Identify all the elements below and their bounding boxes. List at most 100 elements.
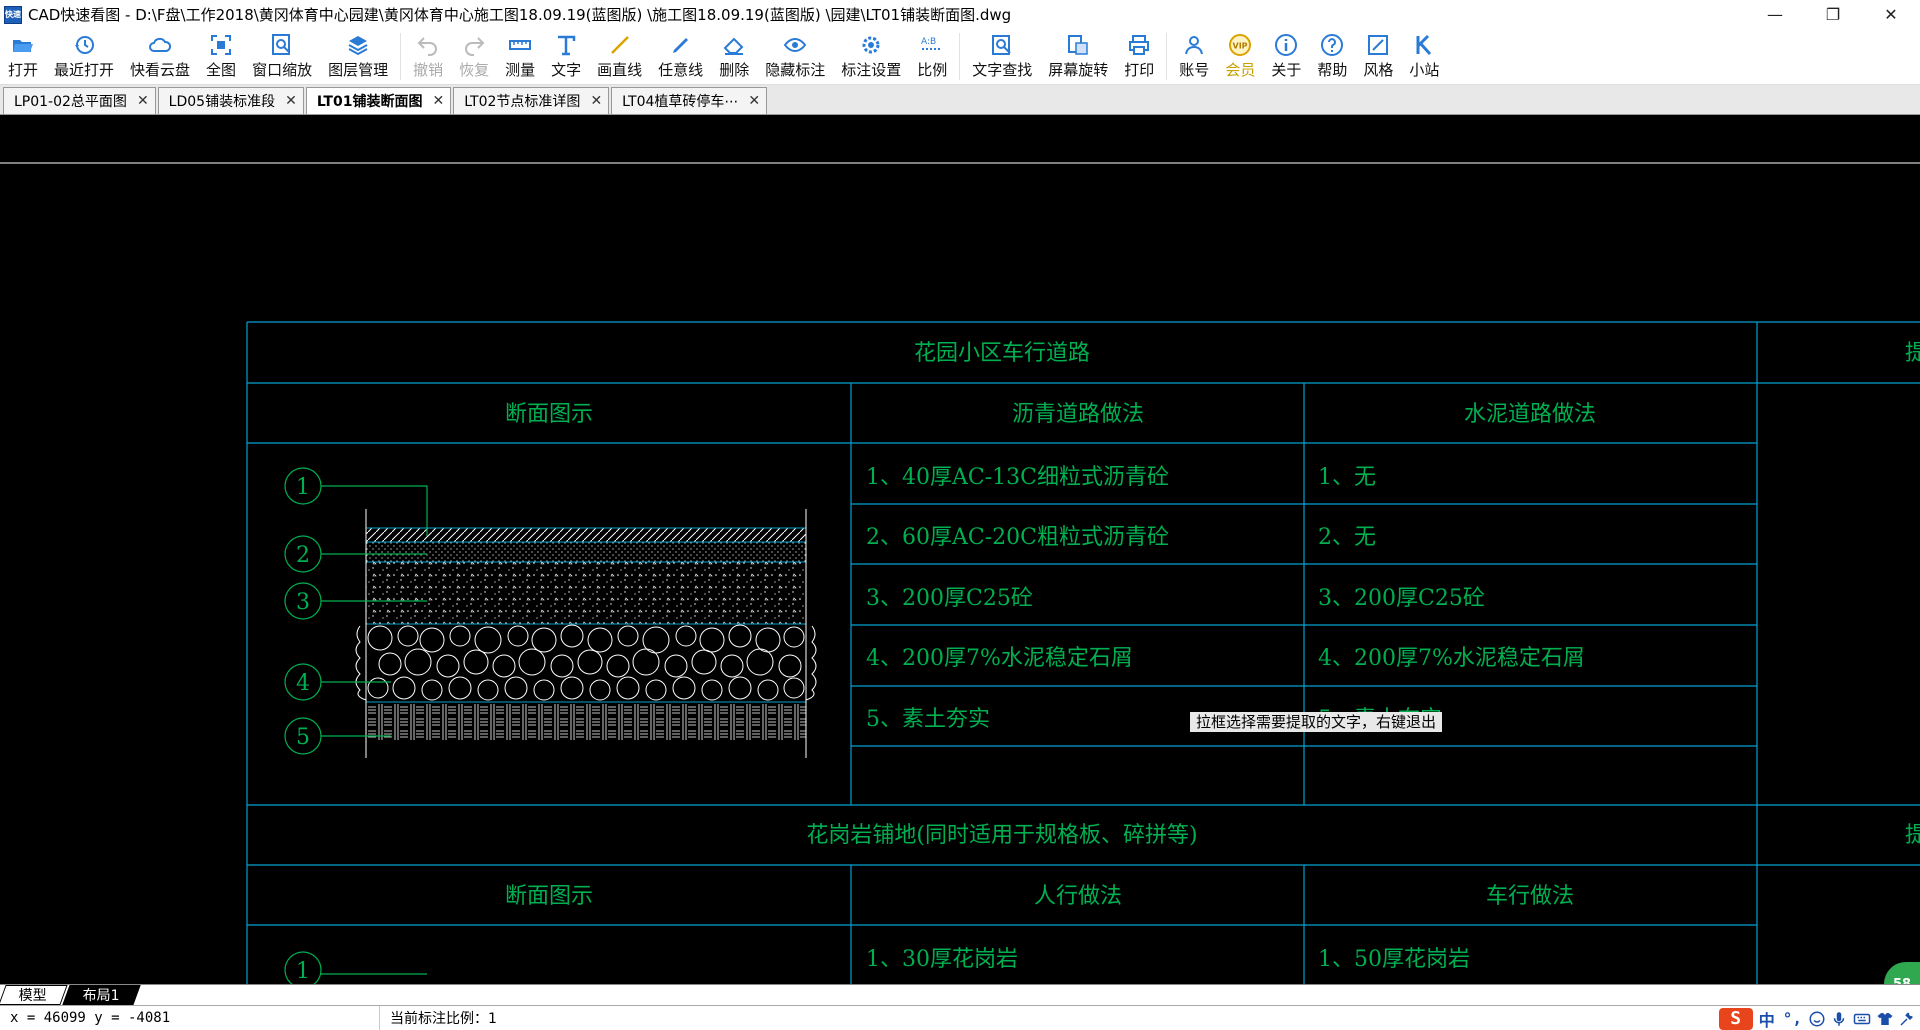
full-view-button[interactable]: 全图 (198, 29, 244, 84)
layer-manager-label: 图层管理 (328, 61, 389, 79)
layer-manager-button[interactable]: 图层管理 (320, 29, 396, 84)
ruler-icon (509, 40, 532, 50)
section1-col-asphalt: 沥青道路做法 (1012, 402, 1144, 427)
close-tab-icon[interactable]: ✕ (748, 93, 760, 109)
drawing-canvas[interactable]: 花园小区车行道路 断面图示 沥青道路做法 水泥道路做法 1、40厚AC-13C细… (0, 116, 1920, 984)
redo-button[interactable]: 恢复 (451, 29, 497, 84)
tools-icon[interactable] (1898, 1010, 1916, 1028)
full-view-label: 全图 (206, 61, 237, 79)
asphalt-step-4: 4、200厚7%水泥稳定石屑 (866, 646, 1133, 671)
cursor-coordinates: x = 46099 y = -4081 (0, 1006, 380, 1030)
print-label: 打印 (1124, 61, 1155, 79)
selection-hint-tooltip: 拉框选择需要提取的文字，右键退出 (1190, 712, 1443, 732)
vip-button[interactable]: VIP 会员 (1217, 29, 1263, 84)
line-icon (610, 36, 629, 54)
help-button[interactable]: 帮助 (1309, 29, 1355, 84)
window-zoom-label: 窗口缩放 (252, 61, 313, 79)
section2-col-pedestrian: 人行做法 (1034, 884, 1122, 909)
tab-label: LT01铺装断面图 (316, 94, 423, 110)
tab-ld05[interactable]: LD05铺装标准段 ✕ (157, 87, 304, 114)
fullscreen-icon (211, 35, 232, 55)
folder-open-icon (13, 40, 33, 52)
tab-lt02[interactable]: LT02节点标准详图 ✕ (453, 87, 610, 114)
recent-button[interactable]: 最近打开 (46, 29, 122, 84)
text-button[interactable]: 文字 (543, 29, 589, 84)
tab-lt01[interactable]: LT01铺装断面图 ✕ (305, 87, 452, 114)
tab-label: LP01-02总平面图 (14, 94, 127, 110)
close-tab-icon[interactable]: ✕ (590, 93, 602, 109)
mark-settings-label: 标注设置 (841, 61, 902, 79)
tab-lp01[interactable]: LP01-02总平面图 ✕ (3, 87, 156, 114)
restore-button[interactable]: ❐ (1804, 0, 1862, 29)
print-button[interactable]: 打印 (1116, 29, 1162, 84)
draw-line-button[interactable]: 画直线 (589, 29, 650, 84)
window-zoom-button[interactable]: 窗口缩放 (244, 29, 320, 84)
tab-model[interactable]: 模型 (0, 985, 68, 1005)
microphone-icon[interactable] (1830, 1010, 1848, 1028)
undo-button[interactable]: 撤销 (405, 29, 451, 84)
tab-label: LT02节点标准详图 (464, 94, 581, 110)
tab-lt04[interactable]: LT04植草砖停车⋯ ✕ (611, 87, 768, 114)
cement-step-4: 4、200厚7%水泥稳定石屑 (1318, 646, 1585, 671)
eye-icon (784, 37, 807, 53)
sogou-ime-icon[interactable]: S (1718, 1007, 1753, 1030)
close-tab-icon[interactable]: ✕ (137, 93, 149, 109)
section1-col-diagram: 断面图示 (505, 402, 593, 427)
title-bar: 快速 CAD快速看图 - D:\F盘\工作2018\黄冈体育中心园建\黄冈体育中… (0, 0, 1920, 29)
minimize-button[interactable]: — (1746, 0, 1804, 29)
callout-2: 2 (296, 543, 310, 568)
asphalt-step-3: 3、200厚C25砼 (866, 586, 1033, 611)
asphalt-step-1: 1、40厚AC-13C细粒式沥青砼 (866, 465, 1169, 490)
tab-label: LT04植草砖停车⋯ (622, 94, 739, 110)
close-tab-icon[interactable]: ✕ (285, 93, 297, 109)
cloud-drive-button[interactable]: 快看云盘 (122, 29, 198, 84)
style-button[interactable]: 风格 (1355, 29, 1401, 84)
measure-button[interactable]: 测量 (497, 29, 543, 84)
text-t-icon (558, 35, 576, 56)
k-logo-icon (1416, 34, 1432, 56)
station-label: 小站 (1409, 61, 1440, 79)
mark-settings-button[interactable]: 标注设置 (833, 29, 909, 84)
main-toolbar: 打开 最近打开 快看云盘 全图 窗口缩放 图层管理 撤销 恢复 测量 文字 画直… (0, 29, 1920, 85)
tab-layout1[interactable]: 布局1 (62, 985, 141, 1005)
section2-title: 花岗岩铺地(同时适用于规格板、碎拼等) (806, 823, 1197, 848)
close-tab-icon[interactable]: ✕ (432, 93, 444, 109)
rotate-screen-button[interactable]: 屏幕旋转 (1040, 29, 1116, 84)
close-window-button[interactable]: ✕ (1862, 0, 1920, 29)
station-button[interactable]: 小站 (1401, 29, 1447, 84)
toolbar-divider (400, 33, 402, 80)
cement-step-2: 2、无 (1318, 525, 1376, 550)
ime-punctuation-toggle[interactable]: °, (1781, 1009, 1804, 1028)
gravel-layer (355, 624, 817, 701)
hide-marks-label: 隐藏标注 (765, 61, 826, 79)
find-text-icon (992, 35, 1011, 55)
cad-viewer-window: 快速 CAD快速看图 - D:\F盘\工作2018\黄冈体育中心园建\黄冈体育中… (0, 0, 1920, 1030)
about-button[interactable]: 关于 (1263, 29, 1309, 84)
help-label: 帮助 (1317, 61, 1348, 79)
delete-button[interactable]: 删除 (711, 29, 757, 84)
cloud-icon (149, 37, 172, 52)
vip-badge-icon: VIP (1229, 34, 1252, 56)
skin-shirt-icon[interactable] (1876, 1010, 1894, 1028)
ime-language-toggle[interactable]: 中 (1757, 1007, 1777, 1030)
ime-toolbar[interactable]: S 中 °, (1718, 1006, 1916, 1030)
emoji-icon[interactable] (1808, 1010, 1826, 1028)
keyboard-icon[interactable] (1852, 1010, 1872, 1028)
vip-icon-text: VIP (1233, 42, 1248, 51)
current-scale-readout: 当前标注比例：1 (390, 1011, 497, 1027)
open-button[interactable]: 打开 (0, 29, 46, 84)
polyline-button[interactable]: 任意线 (650, 29, 711, 84)
tab-label: LD05铺装标准段 (168, 94, 276, 110)
cement-step-3: 3、200厚C25砼 (1318, 586, 1485, 611)
toolbar-divider (1166, 33, 1168, 80)
hide-marks-button[interactable]: 隐藏标注 (757, 29, 833, 84)
find-text-button[interactable]: 文字查找 (964, 29, 1040, 84)
account-button[interactable]: 账号 (1171, 29, 1217, 84)
history-icon (75, 36, 95, 54)
scale-button[interactable]: A:B 比例 (909, 29, 955, 84)
recent-label: 最近打开 (54, 61, 115, 79)
cad-drawing: 花园小区车行道路 断面图示 沥青道路做法 水泥道路做法 1、40厚AC-13C细… (0, 162, 1920, 984)
asphalt-step-2: 2、60厚AC-20C粗粒式沥青砼 (866, 525, 1169, 550)
draw-line-label: 画直线 (597, 61, 643, 79)
callout-3: 3 (296, 590, 310, 615)
